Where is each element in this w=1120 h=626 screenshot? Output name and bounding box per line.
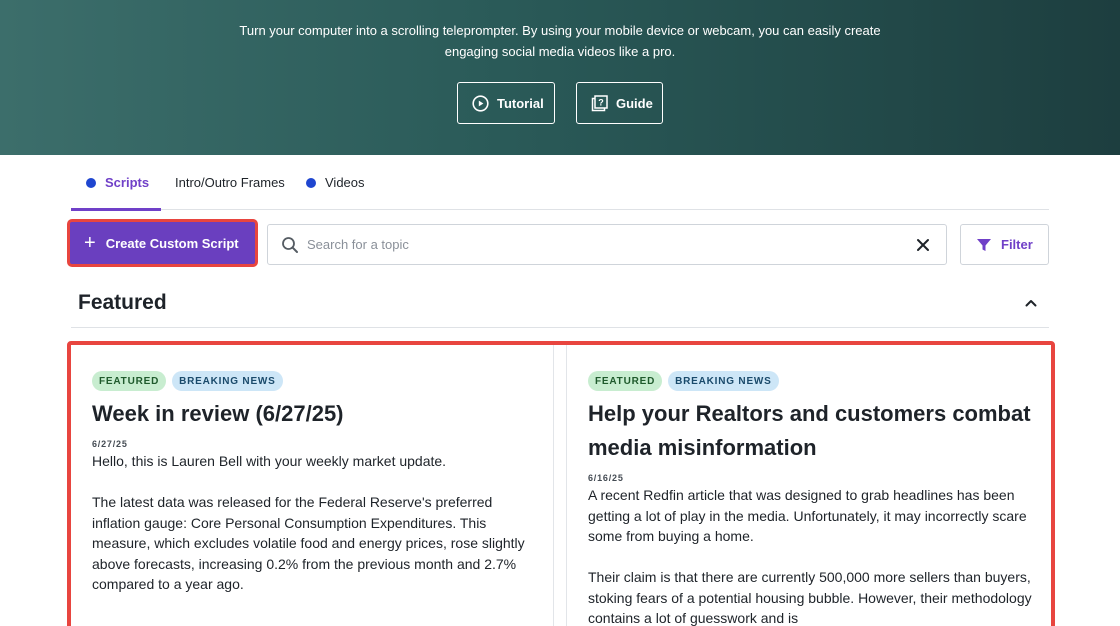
featured-section-title: Featured [78,291,167,314]
card-paragraph: Their claim is that there are currently … [588,569,1032,626]
hero-description-line-1: Turn your computer into a scrolling tele… [239,23,881,38]
card-title: Week in review (6/27/25) [92,401,344,426]
card-paragraph: The latest data was released for the Fed… [92,494,525,592]
featured-badge: FEATURED [92,371,167,391]
tab-indicator-dot [86,178,96,188]
chevron-up-icon[interactable] [1023,295,1039,311]
card-title: Help your Realtors and customers combat … [588,401,1031,460]
tutorial-button-label: Tutorial [497,95,544,111]
script-card[interactable]: FEATURED BREAKING NEWS Help your Realtor… [567,345,1051,626]
tab-intro-outro-label: Intro/Outro Frames [175,175,285,190]
search-input[interactable] [307,226,915,263]
guide-button[interactable]: ? Guide [576,82,663,124]
featured-section-header[interactable]: Featured [71,282,1049,328]
hero-description: Turn your computer into a scrolling tele… [0,20,1120,62]
featured-scripts-list: FEATURED BREAKING NEWS Week in review (6… [67,341,1055,626]
search-box [267,224,947,265]
guide-book-icon: ? [591,94,608,112]
tutorial-button[interactable]: Tutorial [457,82,555,124]
clear-search-icon[interactable] [915,237,931,253]
tab-videos[interactable]: Videos [303,168,365,210]
card-paragraph: Hello, this is Lauren Bell with your wee… [92,453,447,469]
breaking-news-badge: BREAKING NEWS [172,371,283,391]
card-date: 6/16/25 [588,473,624,483]
hero-banner: Turn your computer into a scrolling tele… [0,0,1120,155]
filter-button-label: Filter [1001,237,1033,252]
filter-button[interactable]: Filter [960,224,1049,265]
card-body: Hello, this is Lauren Bell with your wee… [92,451,541,595]
search-icon [281,236,299,254]
plus-icon: + [84,232,96,254]
card-badges: FEATURED BREAKING NEWS [92,371,541,391]
card-date: 6/27/25 [92,439,128,449]
tab-indicator-dot [306,178,316,188]
card-paragraph: A recent Redfin article that was designe… [588,487,1027,544]
svg-text:?: ? [598,97,604,107]
hero-description-line-2: engaging social media videos like a pro. [444,44,676,59]
card-badges: FEATURED BREAKING NEWS [588,371,1035,391]
tab-intro-outro-frames[interactable]: Intro/Outro Frames [161,168,303,210]
play-circle-icon [472,94,489,112]
breaking-news-badge: BREAKING NEWS [668,371,779,391]
content-tabs: Scripts Intro/Outro Frames Videos [71,168,1049,211]
card-body: A recent Redfin article that was designe… [588,485,1035,626]
create-custom-script-label: Create Custom Script [105,235,239,251]
create-custom-script-button[interactable]: + Create Custom Script [67,219,258,267]
script-card[interactable]: FEATURED BREAKING NEWS Week in review (6… [71,345,557,626]
tab-scripts-label: Scripts [105,175,150,190]
hero-buttons: Tutorial ? Guide [0,82,1120,124]
tab-videos-label: Videos [325,175,365,190]
featured-badge: FEATURED [588,371,663,391]
card-divider [553,345,554,626]
scripts-toolbar: + Create Custom Script Filter [67,219,1049,267]
filter-funnel-icon [976,237,992,253]
guide-button-label: Guide [616,95,653,111]
tab-scripts[interactable]: Scripts [71,168,161,211]
